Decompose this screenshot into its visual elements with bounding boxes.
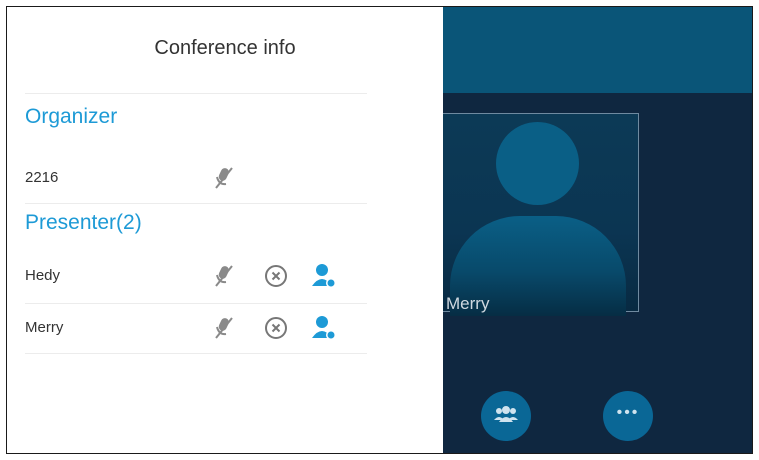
divider — [25, 203, 367, 204]
presenter-role-icon[interactable] — [309, 261, 339, 291]
participant-name: Merry — [25, 319, 64, 336]
video-tile[interactable]: Merry — [419, 113, 639, 316]
more-button[interactable]: ••• — [603, 391, 653, 441]
participant-name: 2216 — [25, 169, 59, 186]
conference-info-panel: Conference info Organizer 2216 Presenter… — [7, 7, 443, 453]
presenter-heading: Presenter(2) — [25, 211, 142, 234]
participant-row-2216[interactable]: 2216 — [25, 153, 367, 203]
remove-icon[interactable] — [261, 261, 291, 291]
presenter-role-icon[interactable] — [309, 313, 339, 343]
remove-icon[interactable] — [261, 313, 291, 343]
mic-muted-icon[interactable] — [209, 163, 239, 193]
participant-row-hedy[interactable]: Hedy — [25, 251, 367, 301]
video-participant-name: Merry — [446, 294, 490, 313]
divider — [25, 353, 367, 354]
participants-button[interactable] — [481, 391, 531, 441]
organizer-heading: Organizer — [25, 105, 118, 128]
screen: Merry ••• Conference info Organizer 2216 — [6, 6, 753, 454]
divider — [25, 93, 367, 94]
participant-name: Hedy — [25, 267, 61, 284]
call-top-band — [443, 7, 752, 93]
panel-title: Conference info — [154, 37, 296, 59]
more-icon: ••• — [616, 404, 640, 421]
mic-muted-icon[interactable] — [209, 313, 239, 343]
participant-row-merry[interactable]: Merry — [25, 303, 367, 353]
participants-icon — [493, 405, 519, 428]
avatar-head — [496, 122, 579, 205]
mic-muted-icon[interactable] — [209, 261, 239, 291]
